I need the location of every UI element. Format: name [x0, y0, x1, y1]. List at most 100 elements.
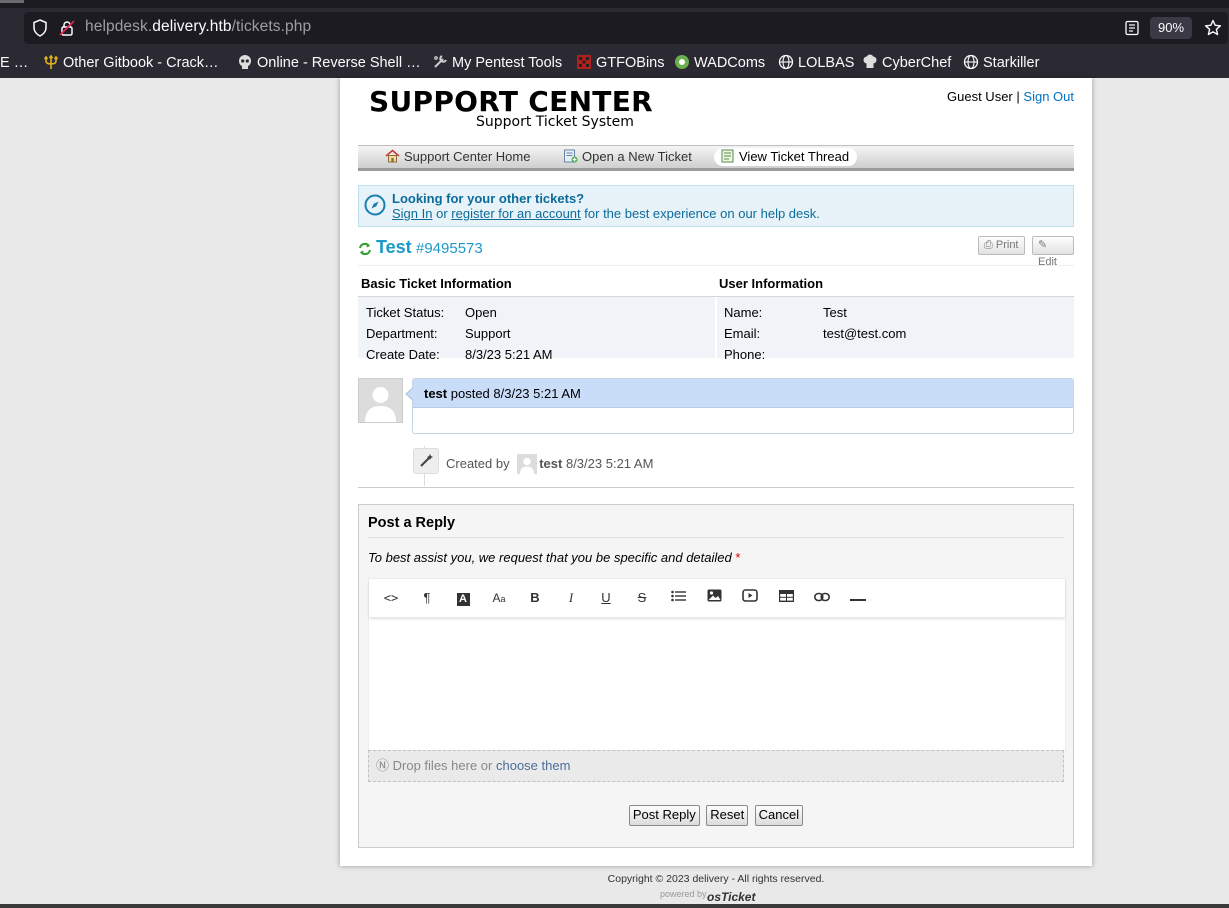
- sign-in-link[interactable]: Sign In: [392, 206, 432, 221]
- register-link[interactable]: register for an account: [451, 206, 580, 221]
- list-icon[interactable]: [667, 589, 689, 607]
- url-host: delivery.htb: [152, 18, 232, 35]
- rich-text-editor[interactable]: <> ¶ A Aa B I U S: [368, 578, 1066, 752]
- print-icon: ⎙: [984, 239, 993, 251]
- sign-out-link[interactable]: Sign Out: [1023, 89, 1074, 104]
- table-icon[interactable]: [775, 589, 797, 607]
- file-dropzone[interactable]: Ⓝ Drop files here or choose them: [368, 750, 1064, 782]
- info-label: Phone:: [724, 347, 766, 362]
- editor-toolbar: <> ¶ A Aa B I U S: [369, 579, 1065, 617]
- gtfobins-icon: [577, 55, 591, 69]
- thread-author: test: [424, 386, 448, 401]
- zoom-level-button[interactable]: 90%: [1150, 17, 1192, 39]
- font-size-icon[interactable]: Aa: [488, 589, 510, 607]
- separator: |: [1016, 89, 1020, 104]
- user-info-table: Name: Test Email: test@test.com Phone:: [717, 297, 1074, 362]
- bookmark-item[interactable]: Online - Reverse Shell …: [237, 53, 421, 73]
- italic-icon[interactable]: I: [560, 589, 582, 607]
- text-color-icon[interactable]: A: [452, 589, 474, 607]
- refresh-icon[interactable]: [358, 242, 372, 256]
- notice-rest: for the best experience on our help desk…: [584, 206, 820, 221]
- image-icon[interactable]: [703, 589, 725, 607]
- bookmark-item[interactable]: WADComs: [674, 53, 765, 73]
- bookmark-item[interactable]: Starkiller: [963, 53, 1039, 73]
- info-label: Department:: [366, 326, 438, 341]
- reply-hint-text: To best assist you, we request that you …: [368, 550, 732, 565]
- trident-icon: [43, 54, 59, 69]
- globe-icon: [778, 54, 794, 70]
- post-reply-button[interactable]: Post Reply: [628, 805, 700, 826]
- nav-view-ticket-thread[interactable]: View Ticket Thread: [714, 148, 858, 166]
- reader-view-icon[interactable]: [1124, 20, 1140, 36]
- footer-copyright: Copyright © 2023 delivery - All rights r…: [607, 873, 825, 885]
- info-label: Email:: [724, 326, 761, 341]
- address-bar[interactable]: helpdesk.delivery.htb/tickets.php 90%: [24, 12, 1228, 44]
- required-mark: *: [735, 550, 741, 565]
- logo-subtitle: Support Ticket System: [476, 114, 634, 130]
- user-name-value: Test: [823, 305, 847, 320]
- info-label: Create Date:: [366, 347, 440, 362]
- link-icon[interactable]: [811, 589, 833, 607]
- wadcoms-icon: [675, 55, 689, 69]
- browser-tab-strip: [0, 0, 1229, 8]
- shield-icon[interactable]: [32, 19, 48, 37]
- upload-icon: Ⓝ: [376, 758, 390, 773]
- info-label: Ticket Status:: [366, 305, 445, 320]
- skull-icon: [239, 55, 251, 69]
- underline-icon[interactable]: U: [595, 589, 617, 607]
- insecure-lock-icon[interactable]: [59, 20, 75, 36]
- avatar: [358, 378, 403, 423]
- divider: [368, 537, 1064, 538]
- strikethrough-icon[interactable]: S: [631, 589, 653, 607]
- new-ticket-icon: [564, 149, 578, 163]
- event-user: test: [539, 456, 563, 471]
- event-text: Created by test 8/3/23 5:21 AM: [446, 454, 653, 474]
- reply-hint: To best assist you, we request that you …: [368, 550, 740, 565]
- drop-text: Drop files here or: [392, 758, 493, 773]
- browser-toolbar: helpdesk.delivery.htb/tickets.php 90%: [0, 8, 1229, 48]
- choose-files-link[interactable]: choose them: [496, 758, 570, 773]
- horizontal-rule-icon[interactable]: [847, 589, 869, 607]
- reset-button[interactable]: Reset: [706, 805, 749, 826]
- ticket-number[interactable]: #9495573: [416, 240, 483, 257]
- event-time: 8/3/23 5:21 AM: [565, 456, 654, 471]
- avatar: [517, 454, 538, 474]
- bold-icon[interactable]: B: [524, 589, 546, 607]
- bookmark-label: My Pentest Tools: [452, 55, 563, 71]
- video-icon[interactable]: [739, 589, 761, 607]
- guest-user-label: Guest User: [947, 89, 1013, 104]
- info-label: Name:: [724, 305, 763, 320]
- url-text[interactable]: helpdesk.delivery.htb/tickets.php: [85, 18, 311, 36]
- user-info-heading: User Information: [719, 276, 824, 291]
- bookmark-item[interactable]: My Pentest Tools: [432, 53, 562, 73]
- user-avatar-icon: [517, 454, 538, 474]
- bookmark-item[interactable]: CyberChef: [862, 53, 951, 73]
- edit-button[interactable]: ✎ Edit: [1032, 236, 1074, 268]
- support-center-container: SUPPORT CENTER Support Ticket System Gue…: [340, 78, 1092, 866]
- paragraph-icon[interactable]: ¶: [416, 589, 438, 607]
- bookmark-star-icon[interactable]: [1204, 19, 1222, 37]
- ticket-status-value: Open: [465, 305, 497, 320]
- nav-label: View Ticket Thread: [739, 149, 850, 164]
- thread-entry-meta: test posted 8/3/23 5:21 AM: [424, 386, 581, 401]
- bookmark-item[interactable]: Other Gitbook - Crack…: [43, 53, 219, 73]
- notice-text: Sign In or register for an account for t…: [392, 206, 820, 221]
- powered-by[interactable]: powered by osTicket: [660, 889, 760, 904]
- bookmark-item[interactable]: LOLBAS: [778, 53, 854, 73]
- bookmark-label: WADComs: [694, 55, 766, 71]
- code-view-icon[interactable]: <>: [380, 589, 402, 607]
- create-date-value: 8/3/23 5:21 AM: [465, 347, 553, 362]
- bookmark-label: LOLBAS: [798, 55, 855, 71]
- url-subdomain: helpdesk.: [85, 18, 153, 35]
- bookmark-label: CyberChef: [882, 55, 952, 71]
- print-button[interactable]: ⎙ Print: [978, 236, 1025, 255]
- cancel-button[interactable]: Cancel: [754, 805, 804, 826]
- nav-support-center-home[interactable]: Support Center Home: [382, 148, 534, 166]
- ticket-thread-icon: [721, 149, 734, 163]
- user-email-value: test@test.com: [823, 326, 907, 341]
- notice-or: or: [436, 206, 448, 221]
- bookmark-item[interactable]: E …: [0, 53, 28, 73]
- ticket-subject[interactable]: Test: [376, 237, 412, 258]
- bookmark-item[interactable]: GTFOBins: [576, 53, 664, 73]
- nav-open-new-ticket[interactable]: Open a New Ticket: [560, 148, 696, 166]
